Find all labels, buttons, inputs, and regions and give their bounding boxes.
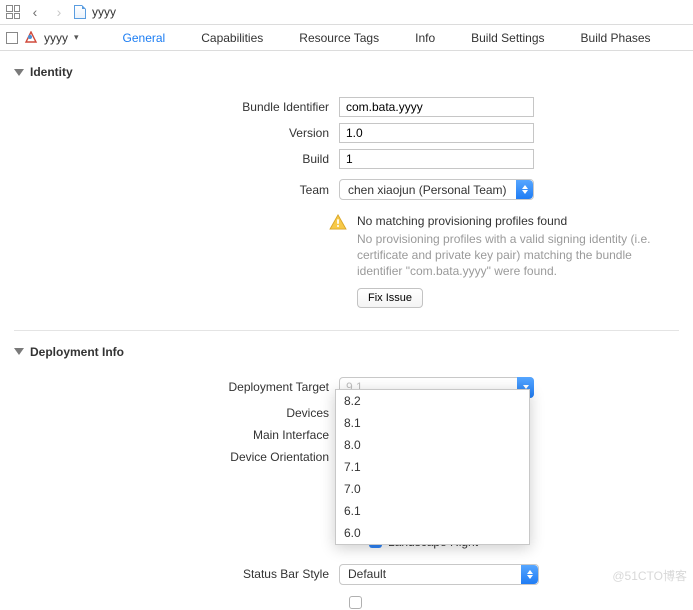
version-input[interactable]: [339, 123, 534, 143]
status-bar-value: Default: [348, 567, 386, 581]
team-select-value: chen xiaojun (Personal Team): [348, 183, 507, 197]
app-icon: [24, 31, 38, 45]
tab-resource-tags[interactable]: Resource Tags: [281, 31, 397, 45]
warning-title: No matching provisioning profiles found: [357, 214, 679, 228]
bundle-identifier-input[interactable]: [339, 97, 534, 117]
breadcrumb-filename[interactable]: yyyy: [92, 5, 116, 19]
tab-general[interactable]: General: [105, 31, 184, 45]
watermark: @51CTO博客: [612, 567, 687, 584]
section-title-deployment: Deployment Info: [30, 345, 124, 359]
file-icon: [74, 5, 86, 19]
dropdown-option[interactable]: 7.0: [336, 478, 529, 500]
nav-forward-icon: ›: [50, 3, 68, 21]
label-version: Version: [14, 126, 339, 140]
dropdown-option[interactable]: 6.1: [336, 500, 529, 522]
tabs: General Capabilities Resource Tags Info …: [105, 31, 687, 45]
dropdown-option[interactable]: 6.0: [336, 522, 529, 544]
section-deployment: Deployment Info Deployment Target 8.2 8.…: [0, 331, 693, 610]
target-name[interactable]: yyyy: [44, 31, 68, 45]
target-list-icon[interactable]: [6, 32, 18, 44]
select-stepper-icon: [521, 565, 538, 584]
breadcrumb-bar: ‹ › yyyy: [0, 0, 693, 25]
hide-status-bar-row: [349, 595, 679, 610]
dropdown-option[interactable]: 8.0: [336, 434, 529, 456]
label-deployment-target: Deployment Target: [14, 380, 339, 394]
build-input[interactable]: [339, 149, 534, 169]
dropdown-option[interactable]: 8.1: [336, 412, 529, 434]
tab-build-phases[interactable]: Build Phases: [563, 31, 669, 45]
disclosure-triangle-icon[interactable]: [14, 69, 24, 76]
provisioning-warning: No matching provisioning profiles found …: [329, 214, 679, 308]
chevron-down-icon[interactable]: ▾: [74, 32, 79, 43]
label-team: Team: [14, 183, 339, 197]
warning-icon: [329, 214, 347, 230]
checkbox-hide-status-bar[interactable]: [349, 596, 362, 609]
label-build: Build: [14, 152, 339, 166]
deployment-target-dropdown: 8.2 8.1 8.0 7.1 7.0 6.1 6.0: [335, 389, 530, 545]
status-bar-select[interactable]: Default: [339, 564, 539, 585]
label-status-bar: Status Bar Style: [14, 567, 339, 581]
team-select[interactable]: chen xiaojun (Personal Team): [339, 179, 534, 200]
label-orientation: Device Orientation: [14, 450, 339, 464]
dropdown-option[interactable]: 7.1: [336, 456, 529, 478]
disclosure-triangle-icon[interactable]: [14, 348, 24, 355]
section-title-identity: Identity: [30, 65, 73, 79]
dropdown-option[interactable]: 8.2: [336, 390, 529, 412]
label-main-interface: Main Interface: [14, 428, 339, 442]
tab-info[interactable]: Info: [397, 31, 453, 45]
tab-capabilities[interactable]: Capabilities: [183, 31, 281, 45]
warning-body: No provisioning profiles with a valid si…: [357, 231, 679, 280]
section-identity: Identity Bundle Identifier Version Build…: [0, 51, 693, 331]
label-devices: Devices: [14, 406, 339, 420]
select-stepper-icon: [516, 180, 533, 199]
label-bundle: Bundle Identifier: [14, 100, 339, 114]
related-items-icon[interactable]: [6, 5, 20, 19]
editor-subbar: yyyy ▾ General Capabilities Resource Tag…: [0, 25, 693, 51]
fix-issue-button[interactable]: Fix Issue: [357, 288, 423, 308]
nav-back-icon[interactable]: ‹: [26, 3, 44, 21]
tab-build-settings[interactable]: Build Settings: [453, 31, 562, 45]
